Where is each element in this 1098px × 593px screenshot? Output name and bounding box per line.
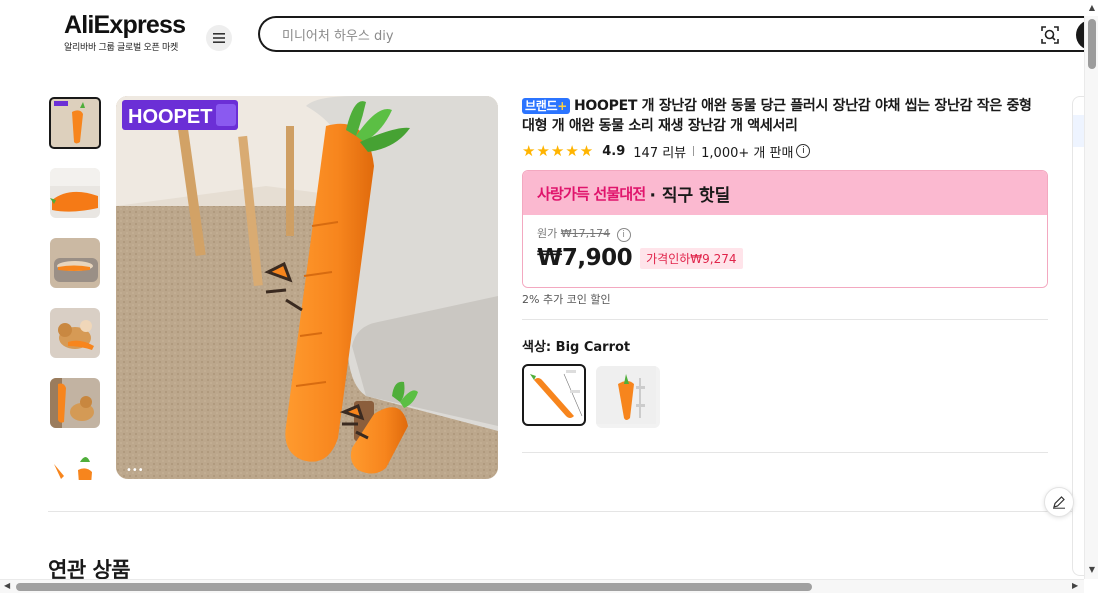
scroll-up-arrow[interactable]: ▲ bbox=[1089, 3, 1095, 12]
menu-icon bbox=[213, 33, 225, 43]
thumbnail[interactable] bbox=[50, 448, 100, 480]
search-bar[interactable]: 미니어처 하우스 diy bbox=[258, 16, 1098, 52]
scroll-down-arrow[interactable]: ▼ bbox=[1089, 565, 1095, 574]
thumbnail[interactable] bbox=[50, 238, 100, 288]
product-title-text: HOOPET 개 장난감 애완 동물 당근 플러시 장난감 야채 씹는 장난감 … bbox=[522, 98, 1032, 134]
variant-option-big-carrot[interactable] bbox=[522, 364, 586, 426]
sale-price: ₩7,900 bbox=[537, 245, 633, 271]
carousel-dots[interactable]: ••• bbox=[126, 465, 144, 476]
rating-row: ★★★★★ 4.9 147 리뷰 1,000+ 개 판매 i bbox=[522, 142, 1048, 161]
horizontal-scrollbar[interactable] bbox=[0, 579, 1084, 593]
scroll-right-arrow[interactable]: ▶ bbox=[1072, 581, 1078, 590]
price-panel: 원가 ₩17,174 i ₩7,900 가격인하₩9,274 bbox=[523, 215, 1047, 287]
original-price-row: 원가 ₩17,174 i bbox=[537, 225, 1033, 242]
thumbnail[interactable] bbox=[50, 168, 100, 218]
aliexpress-logo[interactable]: AliExpress 알리바바 그룹 글로벌 오픈 마켓 bbox=[64, 12, 194, 53]
deal-box: 사랑가득 선물대전 · 직구 핫딜 원가 ₩17,174 i ₩7,900 가격… bbox=[522, 170, 1048, 288]
product-info: 브랜드+ HOOPET 개 장난감 애완 동물 당근 플러시 장난감 야채 씹는 … bbox=[522, 96, 1048, 355]
variant-label: 색상: Big Carrot bbox=[522, 336, 1048, 355]
product-page: { "header": { "logo_title": "AliExpress"… bbox=[0, 0, 1098, 593]
deal-banner-title: 사랑가득 선물대전 bbox=[537, 184, 646, 203]
scroll-left-arrow[interactable]: ◀ bbox=[4, 581, 10, 590]
menu-button[interactable] bbox=[206, 25, 232, 51]
logo-subtitle: 알리바바 그룹 글로벌 오픈 마켓 bbox=[64, 43, 178, 53]
coin-discount: 2% 추가 코인 할인 bbox=[522, 293, 611, 306]
pencil-icon bbox=[1053, 496, 1065, 509]
search-input[interactable]: 미니어처 하우스 diy bbox=[282, 25, 394, 44]
brand-badge-label: 브랜드 bbox=[525, 99, 558, 113]
variant-selected-value: Big Carrot bbox=[555, 340, 631, 355]
original-price: ₩17,174 bbox=[560, 227, 611, 240]
price-row: ₩7,900 가격인하₩9,274 bbox=[537, 245, 1033, 271]
image-logo-text: HOOPET bbox=[128, 106, 212, 128]
logo-title: AliExpress bbox=[64, 11, 186, 39]
sold-count: 1,000+ 개 판매 bbox=[701, 145, 794, 161]
star-rating: ★★★★★ bbox=[522, 142, 595, 160]
horizontal-scroll-thumb[interactable] bbox=[16, 583, 812, 591]
brand-plus: + bbox=[557, 99, 567, 113]
divider bbox=[693, 146, 695, 156]
info-icon[interactable]: i bbox=[616, 228, 631, 242]
rating-score: 4.9 bbox=[602, 143, 626, 159]
image-search-icon[interactable] bbox=[1040, 25, 1060, 45]
vertical-scrollbar[interactable] bbox=[1084, 16, 1098, 579]
info-icon[interactable]: i bbox=[796, 144, 811, 158]
section-divider bbox=[522, 319, 1048, 320]
discount-badge: 가격인하₩9,274 bbox=[640, 247, 743, 269]
vertical-scroll-thumb[interactable] bbox=[1088, 19, 1096, 69]
original-price-label: 원가 bbox=[537, 227, 558, 240]
thumbnail-list bbox=[48, 96, 104, 480]
variant-option-small-carrot[interactable] bbox=[596, 366, 660, 428]
product-title: 브랜드+ HOOPET 개 장난감 애완 동물 당근 플러시 장난감 야채 씹는 … bbox=[522, 96, 1048, 136]
page-divider bbox=[48, 511, 1072, 512]
review-count[interactable]: 147 리뷰 bbox=[633, 142, 686, 161]
thumbnail[interactable] bbox=[50, 378, 100, 428]
main-product-image[interactable]: HOOPET ••• bbox=[116, 96, 498, 479]
thumbnail[interactable] bbox=[50, 308, 100, 358]
thumbnail[interactable] bbox=[49, 97, 101, 149]
brand-badge[interactable]: 브랜드+ bbox=[522, 98, 570, 114]
deal-banner[interactable]: 사랑가득 선물대전 · 직구 핫딜 bbox=[523, 171, 1047, 215]
deal-banner-subtitle: · 직구 핫딜 bbox=[649, 185, 731, 206]
edit-button[interactable] bbox=[1044, 487, 1074, 517]
variant-label-prefix: 색상: bbox=[522, 340, 552, 355]
section-divider bbox=[522, 452, 1048, 453]
